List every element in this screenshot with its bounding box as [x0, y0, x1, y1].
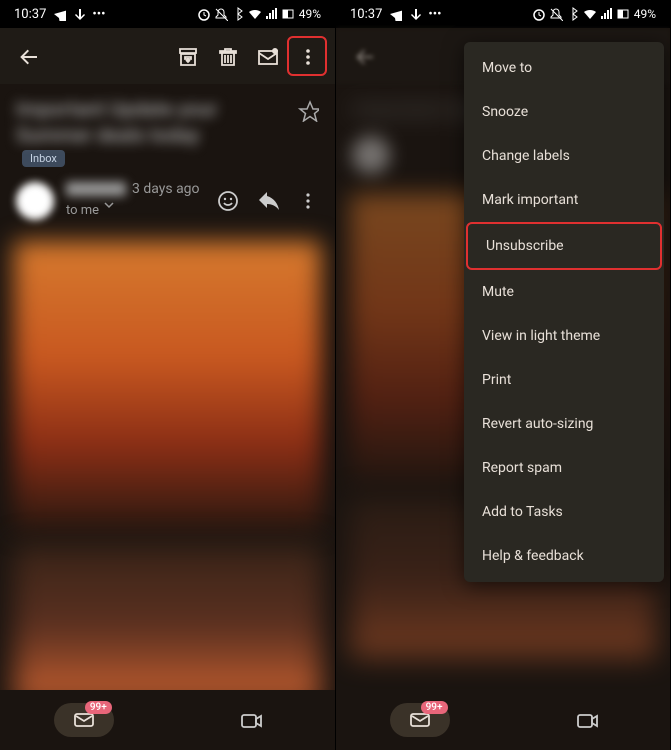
to-line[interactable]: to me [66, 199, 205, 221]
signal-icon [265, 7, 279, 21]
menu-item-snooze[interactable]: Snooze [464, 90, 664, 134]
inbox-chip[interactable]: Inbox [22, 150, 65, 167]
star-button[interactable] [297, 96, 319, 128]
email-image-1 [14, 241, 321, 531]
more-icon: ••• [92, 7, 105, 22]
sender-row: 3 days ago to me [0, 175, 335, 231]
navbar: 99+ [336, 690, 670, 750]
battery-icon [282, 7, 296, 21]
nav-video[interactable] [557, 709, 617, 731]
overflow-menu: Move toSnoozeChange labelsMark important… [464, 42, 664, 582]
menu-item-mute[interactable]: Mute [464, 270, 664, 314]
mute-icon [214, 7, 228, 21]
nav-video[interactable] [221, 709, 281, 731]
mute-icon [549, 7, 563, 21]
menu-item-view-in-light-theme[interactable]: View in light theme [464, 314, 664, 358]
status-time: 10:37 [14, 7, 46, 22]
email-more-icon[interactable] [297, 190, 319, 212]
menu-item-mark-important[interactable]: Mark important [464, 178, 664, 222]
nav-mail[interactable]: 99+ [390, 703, 450, 737]
wifi-icon [248, 7, 262, 21]
delete-button[interactable] [207, 36, 247, 76]
avatar[interactable] [16, 182, 54, 220]
phone-left: 10:37 ••• 49% [0, 0, 335, 750]
statusbar: 10:37 ••• 49% [336, 0, 670, 28]
back-button[interactable] [344, 36, 384, 76]
telegram-icon [52, 7, 66, 21]
bluetooth-icon [231, 7, 245, 21]
mail-badge: 99+ [85, 701, 112, 714]
emoji-icon[interactable] [217, 190, 239, 212]
mark-unread-button[interactable] [247, 36, 287, 76]
battery-text: 49% [299, 7, 321, 21]
nav-mail[interactable]: 99+ [54, 703, 114, 737]
sender-name [66, 182, 126, 196]
statusbar: 10:37 ••• 49% [0, 0, 335, 28]
email-image-2 [14, 545, 321, 705]
menu-item-print[interactable]: Print [464, 358, 664, 402]
signal-icon [600, 7, 614, 21]
battery-icon [617, 7, 631, 21]
archive-button[interactable] [167, 36, 207, 76]
download-icon [408, 7, 422, 21]
menu-item-unsubscribe[interactable]: Unsubscribe [466, 222, 662, 270]
wifi-icon [583, 7, 597, 21]
alarm-icon [197, 7, 211, 21]
telegram-icon [388, 7, 402, 21]
navbar: 99+ [0, 690, 335, 750]
email-body [0, 231, 335, 715]
sender-date: 3 days ago [132, 181, 200, 197]
mail-badge: 99+ [421, 701, 448, 714]
bluetooth-icon [566, 7, 580, 21]
menu-item-move-to[interactable]: Move to [464, 46, 664, 90]
toolbar [0, 28, 335, 84]
battery-text: 49% [634, 7, 656, 21]
menu-item-report-spam[interactable]: Report spam [464, 446, 664, 490]
alarm-icon [532, 7, 546, 21]
status-time: 10:37 [350, 7, 382, 22]
back-button[interactable] [8, 36, 48, 76]
menu-item-add-to-tasks[interactable]: Add to Tasks [464, 490, 664, 534]
subject-area: Important Update your Summer deals today… [0, 84, 335, 175]
menu-item-change-labels[interactable]: Change labels [464, 134, 664, 178]
menu-item-revert-auto-sizing[interactable]: Revert auto-sizing [464, 402, 664, 446]
phone-right: 10:37 ••• 49% Important Update Move toSn… [335, 0, 670, 750]
more-button[interactable] [287, 36, 327, 76]
download-icon [72, 7, 86, 21]
chevron-down-icon [103, 199, 125, 221]
menu-item-help-feedback[interactable]: Help & feedback [464, 534, 664, 578]
subject-text: Important Update your Summer deals today [16, 96, 287, 148]
more-icon: ••• [428, 7, 441, 22]
reply-icon[interactable] [257, 190, 279, 212]
